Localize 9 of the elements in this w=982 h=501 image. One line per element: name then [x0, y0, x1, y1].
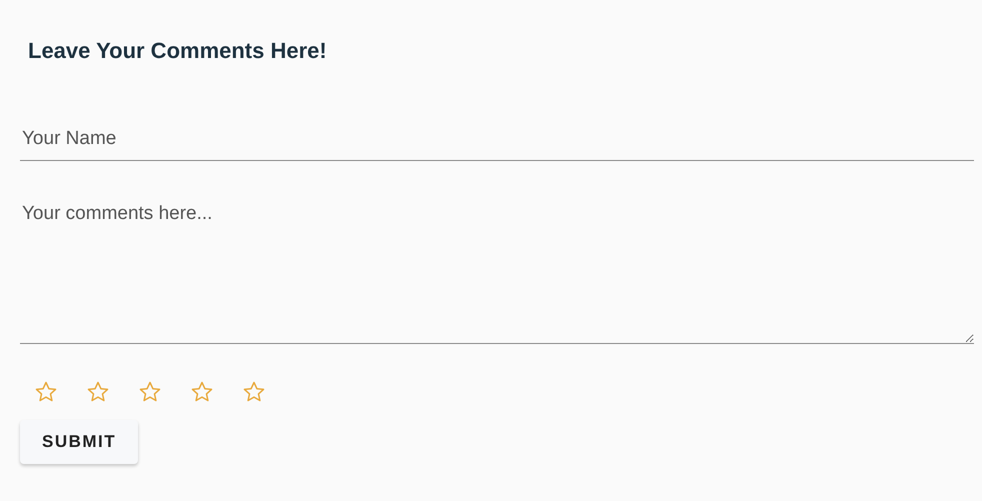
submit-button[interactable]: SUBMIT: [20, 420, 138, 464]
star-icon[interactable]: [138, 380, 162, 404]
star-icon[interactable]: [190, 380, 214, 404]
name-field[interactable]: Your Name: [20, 122, 974, 161]
form-title: Leave Your Comments Here!: [28, 38, 328, 64]
comments-field[interactable]: Your comments here...: [20, 195, 974, 344]
star-icon[interactable]: [242, 380, 266, 404]
star-icon[interactable]: [34, 380, 58, 404]
star-icon[interactable]: [86, 380, 110, 404]
